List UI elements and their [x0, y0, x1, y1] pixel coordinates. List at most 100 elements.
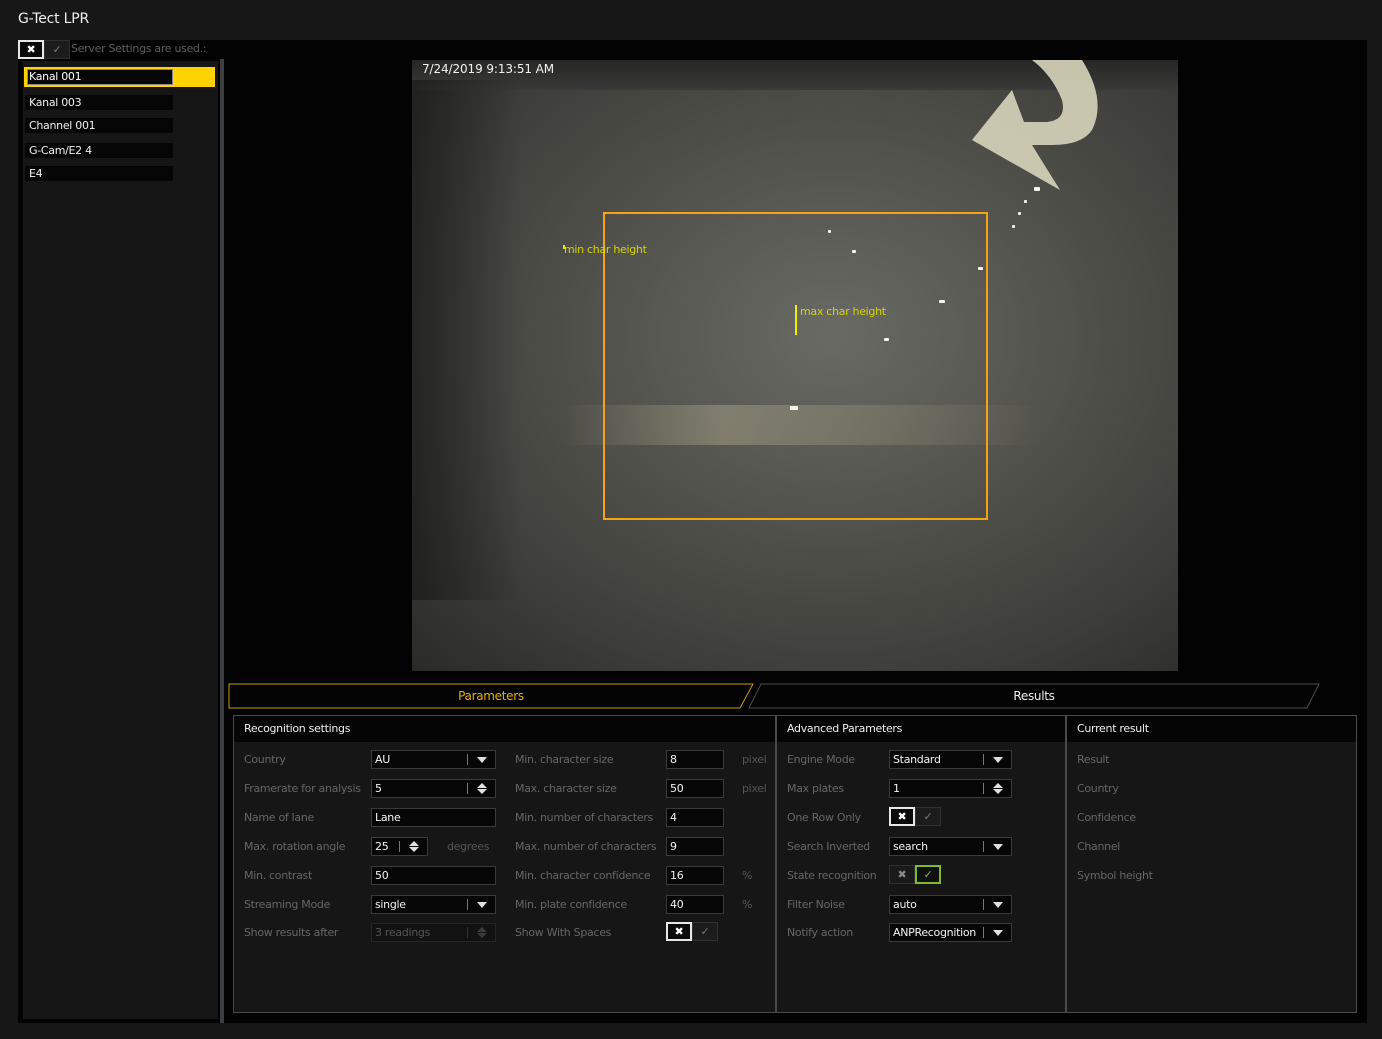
channel-item-channel-001[interactable]: Channel 001 — [25, 118, 173, 133]
max-char-size-label: Max. character size — [515, 782, 617, 795]
result-label: Result — [1077, 753, 1110, 766]
separator — [467, 927, 468, 938]
x-icon[interactable]: ✖ — [889, 865, 915, 884]
max-char-size-unit: pixel — [742, 782, 767, 795]
search-inverted-dropdown[interactable]: search — [889, 837, 1012, 856]
chevron-down-icon[interactable] — [475, 751, 489, 768]
server-settings-toggle[interactable]: ✖ ✓ — [18, 40, 70, 59]
channel-item-g-cam-e2-4[interactable]: G-Cam/E2 4 — [25, 143, 173, 158]
chevron-down-icon[interactable] — [991, 751, 1005, 768]
min-plate-conf-input[interactable]: 40 — [666, 895, 724, 914]
check-icon[interactable]: ✓ — [692, 922, 718, 941]
streaming-dropdown[interactable]: single — [371, 895, 496, 914]
speck — [884, 338, 889, 341]
splitter-handle[interactable] — [220, 59, 224, 1023]
show-after-value: 3 readings — [375, 926, 431, 939]
rotation-label: Max. rotation angle — [244, 840, 346, 853]
search-inverted-value: search — [893, 840, 928, 853]
speck — [1018, 212, 1021, 215]
road-arrow-marking — [972, 60, 1098, 190]
advanced-parameters-panel: Advanced Parameters Engine Mode Standard… — [776, 715, 1066, 1013]
streaming-value: single — [375, 898, 406, 911]
x-icon[interactable]: ✖ — [889, 807, 915, 826]
min-char-size-input[interactable]: 8 — [666, 750, 724, 769]
country-value: AU — [375, 753, 390, 766]
notify-action-value: ANPRecognition — [893, 926, 976, 939]
country-result-label: Country — [1077, 782, 1119, 795]
streaming-label: Streaming Mode — [244, 898, 331, 911]
filter-noise-dropdown[interactable]: auto — [889, 895, 1012, 914]
min-char-size-label: Min. character size — [515, 753, 614, 766]
spinner-icon[interactable] — [475, 780, 489, 797]
check-icon[interactable]: ✓ — [915, 865, 941, 884]
engine-mode-dropdown[interactable]: Standard — [889, 750, 1012, 769]
advanced-parameters-title: Advanced Parameters — [777, 716, 1065, 742]
speck — [852, 250, 856, 253]
spinner-icon — [475, 924, 489, 941]
tab-parameters[interactable]: Parameters — [228, 683, 754, 709]
tab-results[interactable]: Results — [748, 683, 1320, 709]
notify-action-dropdown[interactable]: ANPRecognition — [889, 923, 1012, 942]
max-plates-label: Max plates — [787, 782, 844, 795]
separator — [467, 899, 468, 910]
framerate-stepper[interactable]: 5 — [371, 779, 496, 798]
speck — [1034, 187, 1040, 191]
chevron-down-icon[interactable] — [991, 838, 1005, 855]
lane-name-input[interactable]: Lane — [371, 808, 496, 827]
spinner-icon[interactable] — [991, 780, 1005, 797]
one-row-toggle[interactable]: ✖ ✓ — [889, 807, 941, 826]
spinner-icon[interactable] — [407, 838, 421, 855]
app-title: G-Tect LPR — [18, 11, 90, 27]
speck — [939, 300, 945, 303]
chevron-down-icon[interactable] — [991, 924, 1005, 941]
recognition-settings-title: Recognition settings — [234, 716, 775, 742]
country-dropdown[interactable]: AU — [371, 750, 496, 769]
channel-item-e4[interactable]: E4 — [25, 166, 173, 181]
check-icon[interactable]: ✓ — [44, 40, 70, 59]
min-char-conf-input[interactable]: 16 — [666, 866, 724, 885]
min-char-conf-label: Min. character confidence — [515, 869, 651, 882]
camera-view[interactable]: 7/24/2019 9:13:51 AM min char height max… — [412, 60, 1178, 671]
min-char-conf-unit: % — [742, 869, 753, 882]
rotation-unit: degrees — [447, 840, 490, 853]
check-icon[interactable]: ✓ — [915, 807, 941, 826]
min-char-height-marker[interactable]: min char height — [563, 243, 647, 256]
contrast-label: Min. contrast — [244, 869, 312, 882]
current-result-panel: Current result Result Country Confidence… — [1066, 715, 1357, 1013]
state-recognition-toggle[interactable]: ✖ ✓ — [889, 865, 941, 884]
max-char-height-marker[interactable]: max char height — [795, 305, 886, 335]
min-plate-conf-label: Min. plate confidence — [515, 898, 627, 911]
contrast-input[interactable]: 50 — [371, 866, 496, 885]
max-char-size-input[interactable]: 50 — [666, 779, 724, 798]
search-inverted-label: Search Inverted — [787, 840, 870, 853]
speck — [828, 230, 831, 233]
max-plates-value: 1 — [893, 782, 900, 795]
show-spaces-label: Show With Spaces — [515, 926, 612, 939]
region-of-interest[interactable] — [603, 212, 988, 520]
x-icon[interactable]: ✖ — [666, 922, 692, 941]
max-chars-input[interactable]: 9 — [666, 837, 724, 856]
speck — [978, 267, 983, 270]
channel-item-kanal-003[interactable]: Kanal 003 — [25, 95, 173, 110]
channel-item-kanal-001[interactable]: Kanal 001 — [24, 67, 215, 87]
symbol-height-label: Symbol height — [1077, 869, 1153, 882]
max-plates-stepper[interactable]: 1 — [889, 779, 1012, 798]
channel-label: Kanal 001 — [27, 69, 173, 85]
server-settings-label: Server Settings are used.: — [71, 42, 207, 55]
separator — [983, 783, 984, 794]
show-spaces-toggle[interactable]: ✖ ✓ — [666, 922, 718, 941]
separator — [467, 754, 468, 765]
chevron-down-icon[interactable] — [991, 896, 1005, 913]
country-label: Country — [244, 753, 286, 766]
min-plate-conf-unit: % — [742, 898, 753, 911]
channel-list: Kanal 001 Kanal 003 Channel 001 G-Cam/E2… — [22, 61, 218, 1019]
min-chars-input[interactable]: 4 — [666, 808, 724, 827]
framerate-value: 5 — [375, 782, 382, 795]
x-icon[interactable]: ✖ — [18, 40, 44, 59]
rotation-value: 25 — [375, 840, 389, 853]
rotation-stepper[interactable]: 25 — [371, 837, 428, 856]
video-shadow — [412, 80, 522, 600]
chevron-down-icon[interactable] — [475, 896, 489, 913]
recognition-settings-panel: Recognition settings Country AU Framerat… — [233, 715, 776, 1013]
filter-noise-label: Filter Noise — [787, 898, 845, 911]
